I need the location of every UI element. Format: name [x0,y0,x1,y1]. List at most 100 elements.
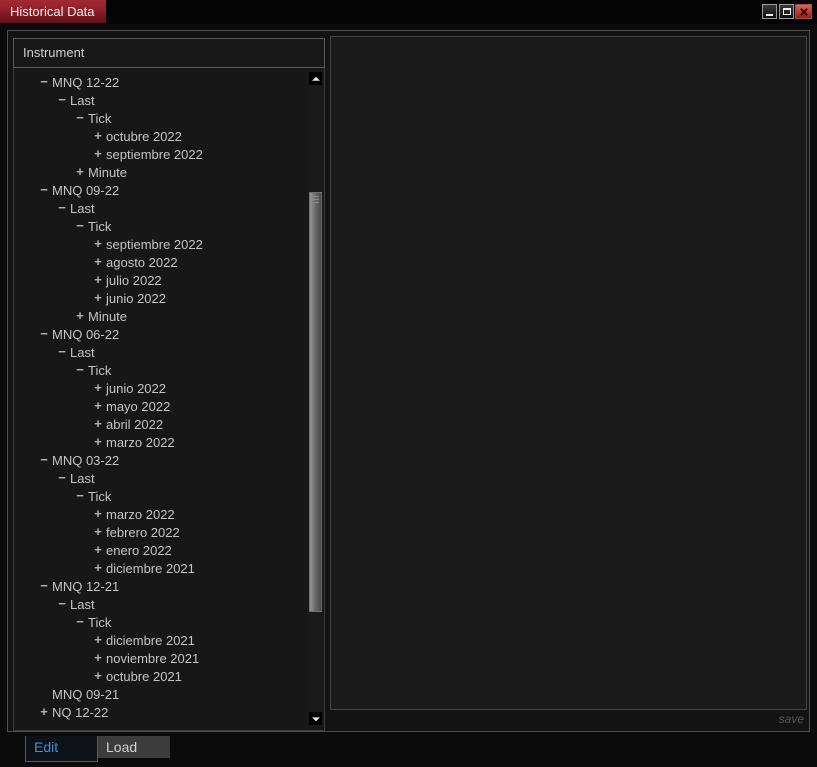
tree-item[interactable]: + octubre 2022 [14,127,324,145]
tree-item-label: MNQ 03-22 [52,452,120,468]
collapse-icon[interactable]: − [74,109,86,127]
tree-item[interactable]: − MNQ 06-22 [14,325,324,343]
tree-item-label: mayo 2022 [106,398,171,414]
tree-item[interactable]: MNQ 09-21 [14,685,324,703]
collapse-icon[interactable]: − [74,361,86,379]
tree-item[interactable]: + marzo 2022 [14,505,324,523]
tree-item-label: Tick [88,218,112,234]
collapse-icon[interactable]: − [56,595,68,613]
tree-item-label: septiembre 2022 [106,146,203,162]
expand-icon[interactable]: + [92,631,104,649]
collapse-icon[interactable]: − [38,73,50,91]
collapse-icon[interactable]: − [56,469,68,487]
expand-icon[interactable]: + [92,649,104,667]
tree-item[interactable]: − MNQ 03-22 [14,451,324,469]
tree-item[interactable]: + Minute [14,307,324,325]
collapse-icon[interactable]: − [56,91,68,109]
tree-item[interactable]: + mayo 2022 [14,397,324,415]
expand-icon[interactable]: + [92,289,104,307]
tree-item[interactable]: − Tick [14,217,324,235]
collapse-icon[interactable]: − [38,181,50,199]
tree-item[interactable]: + septiembre 2022 [14,145,324,163]
tree-item[interactable]: − Last [14,91,324,109]
tree-item-label: MNQ 12-21 [52,578,120,594]
expand-icon[interactable]: + [92,433,104,451]
close-button[interactable] [795,4,812,19]
tree-item[interactable]: − Tick [14,109,324,127]
tree-item[interactable]: + marzo 2022 [14,433,324,451]
arrow-up-icon [311,76,320,81]
tree-item[interactable]: − MNQ 12-22 [14,73,324,91]
tree-item[interactable]: + agosto 2022 [14,253,324,271]
tree-item[interactable]: + abril 2022 [14,415,324,433]
collapse-icon[interactable]: − [56,343,68,361]
collapse-icon[interactable]: − [38,577,50,595]
tree-item-label: febrero 2022 [106,524,180,540]
instrument-tree-panel: − MNQ 12-22− Last − Tick + octubre 2022 + septie… [13,68,325,731]
tree-item[interactable]: + noviembre 2021 [14,649,324,667]
expand-icon[interactable]: + [92,541,104,559]
expand-icon[interactable]: + [92,397,104,415]
expand-icon[interactable]: + [92,253,104,271]
tree-item[interactable]: + Minute [14,163,324,181]
tree-item[interactable]: + NQ 12-22 [14,703,324,721]
window-title: Historical Data [0,0,106,23]
tab-load[interactable]: Load [98,736,170,758]
tree-item[interactable]: − Tick [14,487,324,505]
expand-icon[interactable]: + [92,145,104,163]
tree-scrollbar[interactable] [308,70,323,727]
tree-item-label: MNQ 12-22 [52,74,120,90]
expand-icon[interactable]: + [92,667,104,685]
tree-item[interactable]: + junio 2022 [14,289,324,307]
tree-item-label: julio 2022 [106,272,162,288]
tree-item-label: Minute [88,164,128,180]
tree-item[interactable]: + junio 2022 [14,379,324,397]
expand-icon[interactable]: + [92,559,104,577]
arrow-down-icon [311,716,320,721]
collapse-icon[interactable]: − [74,487,86,505]
expand-icon[interactable]: + [92,379,104,397]
expand-icon[interactable]: + [92,415,104,433]
tree-item[interactable]: + julio 2022 [14,271,324,289]
tree-item[interactable]: + febrero 2022 [14,523,324,541]
scrollbar-thumb[interactable] [309,192,322,612]
tree-item[interactable]: − Last [14,469,324,487]
save-button[interactable]: save [330,712,807,726]
minimize-button[interactable] [762,4,777,19]
tree-item[interactable]: + septiembre 2022 [14,235,324,253]
expand-icon[interactable]: + [74,163,86,181]
tree-item[interactable]: + octubre 2021 [14,667,324,685]
tree-item[interactable]: + diciembre 2021 [14,559,324,577]
maximize-button[interactable] [779,4,794,19]
expand-icon[interactable]: + [38,703,50,721]
tree-item[interactable]: − Last [14,343,324,361]
expand-icon[interactable]: + [74,307,86,325]
tab-edit[interactable]: Edit [25,736,98,762]
scroll-down-button[interactable] [309,712,322,725]
title-bar[interactable]: Historical Data [0,0,817,24]
tree-item[interactable]: + diciembre 2021 [14,631,324,649]
tree-item[interactable]: − MNQ 09-22 [14,181,324,199]
tree-item[interactable]: − Tick [14,613,324,631]
scroll-up-button[interactable] [309,72,322,85]
instrument-column-header: Instrument [13,38,325,68]
expand-icon[interactable]: + [92,505,104,523]
collapse-icon[interactable]: − [38,451,50,469]
tree-item[interactable]: − Tick [14,361,324,379]
minimize-icon [766,14,773,16]
tree-item[interactable]: − MNQ 12-21 [14,577,324,595]
expand-icon[interactable]: + [92,271,104,289]
expand-icon[interactable]: + [92,127,104,145]
collapse-icon[interactable]: − [38,325,50,343]
collapse-icon[interactable]: − [74,217,86,235]
tree-item[interactable]: − Last [14,595,324,613]
tree-item-label: MNQ 09-21 [52,686,120,702]
collapse-icon[interactable]: − [74,613,86,631]
expand-icon[interactable]: + [92,235,104,253]
tree-item-label: enero 2022 [106,542,172,558]
expand-icon[interactable]: + [92,523,104,541]
tree-item[interactable]: + enero 2022 [14,541,324,559]
tree-item-label: Tick [88,362,112,378]
tree-item[interactable]: − Last [14,199,324,217]
collapse-icon[interactable]: − [56,199,68,217]
